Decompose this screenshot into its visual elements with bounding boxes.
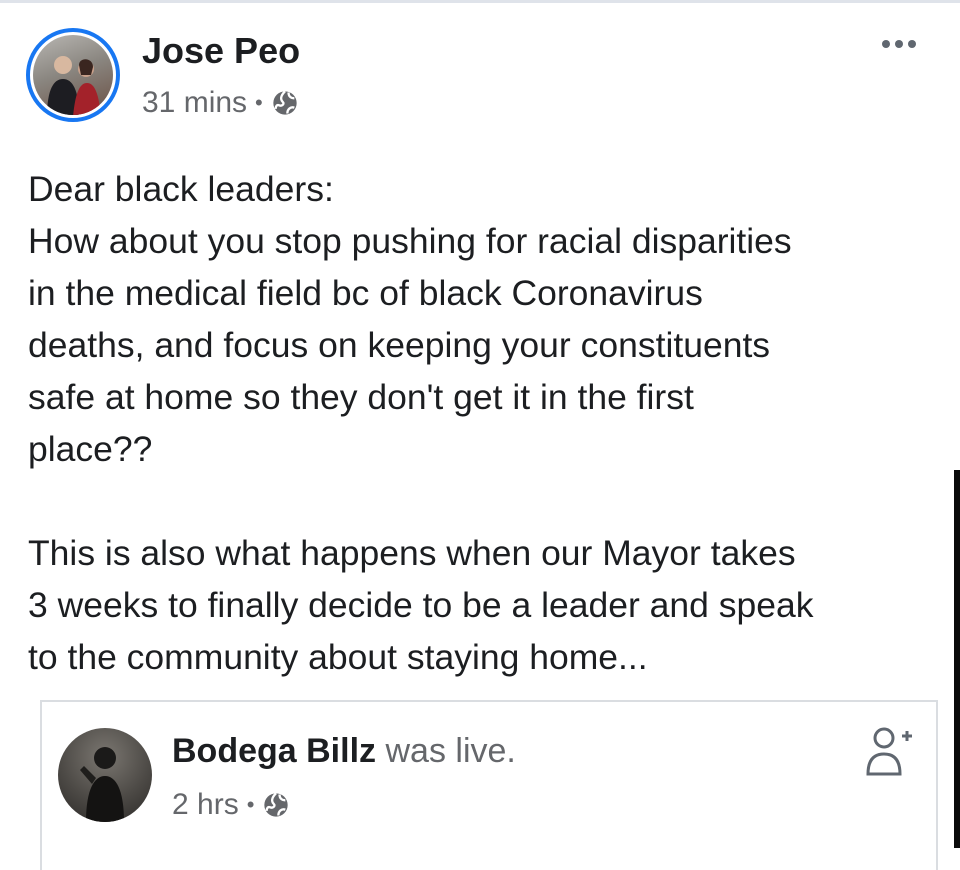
screenshot-edge xyxy=(954,470,960,848)
meta-separator: • xyxy=(246,792,255,817)
author-name[interactable]: Jose Peo xyxy=(142,30,300,72)
shared-avatar-figure xyxy=(80,747,124,822)
author-photo xyxy=(33,35,113,115)
globe-icon[interactable] xyxy=(271,89,299,117)
post-body: Dear black leaders: How about you stop p… xyxy=(28,163,928,683)
post-line: 3 weeks to finally decide to be a leader… xyxy=(28,585,814,625)
more-dot xyxy=(908,40,916,48)
globe-icon[interactable] xyxy=(262,791,290,819)
post-line: This is also what happens when our Mayor… xyxy=(28,533,796,573)
post-meta: 31 mins • xyxy=(142,86,299,120)
shared-meta: 2 hrs • xyxy=(172,788,290,822)
author-avatar[interactable] xyxy=(26,28,120,122)
shared-author-line: Bodega Billz was live. xyxy=(172,732,516,771)
avatar-figures xyxy=(47,56,101,115)
meta-separator: • xyxy=(255,90,263,115)
post-line: to the community about staying home... xyxy=(28,637,648,677)
more-dot xyxy=(895,40,903,48)
more-dot xyxy=(882,40,890,48)
shared-post-card[interactable]: Bodega Billz was live. 2 hrs • xyxy=(40,700,938,870)
shared-timestamp[interactable]: 2 hrs xyxy=(172,788,239,822)
shared-author-name[interactable]: Bodega Billz xyxy=(172,732,376,770)
top-divider xyxy=(0,0,960,3)
post-timestamp[interactable]: 31 mins xyxy=(142,86,247,120)
shared-action: was live. xyxy=(385,732,516,770)
post-line: in the medical field bc of black Coronav… xyxy=(28,273,703,313)
post-line: safe at home so they don't get it in the… xyxy=(28,377,694,417)
shared-author-avatar[interactable] xyxy=(58,728,152,822)
post-line: place?? xyxy=(28,429,153,469)
post-line: How about you stop pushing for racial di… xyxy=(28,221,792,261)
more-options-icon[interactable] xyxy=(882,40,916,48)
post-line: deaths, and focus on keeping your consti… xyxy=(28,325,771,365)
add-friend-icon[interactable] xyxy=(864,724,914,780)
post-line: Dear black leaders: xyxy=(28,169,334,209)
